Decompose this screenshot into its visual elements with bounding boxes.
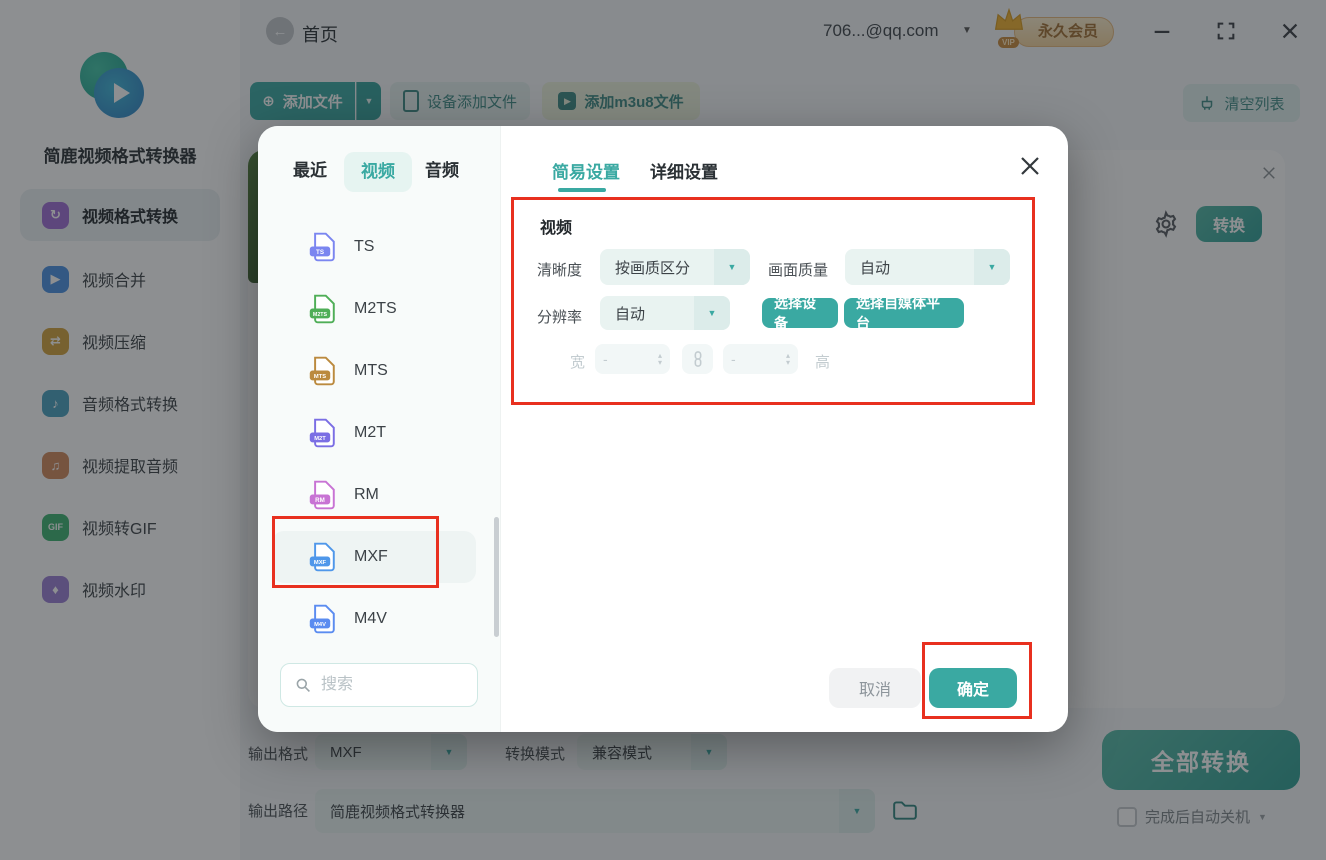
cancel-button[interactable]: 取消 bbox=[829, 668, 921, 708]
active-tab-underline bbox=[558, 188, 606, 192]
format-item-ts[interactable]: TS TS bbox=[272, 221, 476, 273]
tab-detailed-settings[interactable]: 详细设置 bbox=[650, 158, 718, 183]
file-format-icon: TS bbox=[309, 232, 335, 262]
annotation-box-video-settings bbox=[511, 197, 1035, 405]
format-item-m4v[interactable]: M4V M4V bbox=[272, 593, 476, 645]
tab-recent[interactable]: 最近 bbox=[293, 156, 327, 181]
tab-video[interactable]: 视频 bbox=[344, 152, 412, 192]
annotation-box-mxf bbox=[272, 516, 439, 588]
app-window: 简鹿视频格式转换器 ↻ 视频格式转换 ▶ 视频合并 ⇄ 视频压缩 ♪ 音频格式转… bbox=[0, 0, 1326, 860]
svg-text:TS: TS bbox=[316, 249, 324, 256]
svg-text:RM: RM bbox=[315, 497, 325, 504]
svg-text:MTS: MTS bbox=[314, 374, 326, 380]
format-item-m2ts[interactable]: M2TS M2TS bbox=[272, 283, 476, 335]
search-input[interactable] bbox=[319, 675, 453, 695]
tab-simple-settings[interactable]: 简易设置 bbox=[552, 158, 620, 183]
file-format-icon: M4V bbox=[309, 604, 335, 634]
svg-text:M2TS: M2TS bbox=[313, 312, 328, 318]
file-format-icon: M2T bbox=[309, 418, 335, 448]
format-item-rm[interactable]: RM RM bbox=[272, 469, 476, 521]
format-list-panel: 最近 视频 音频 TS TS M2TS M2TS MTS MTS M2T M2T… bbox=[258, 126, 501, 732]
tab-audio[interactable]: 音频 bbox=[425, 156, 459, 181]
svg-text:M2T: M2T bbox=[314, 436, 326, 442]
file-format-icon: MTS bbox=[309, 356, 335, 386]
scrollbar-thumb[interactable] bbox=[494, 517, 499, 637]
file-format-icon: M2TS bbox=[309, 294, 335, 324]
format-item-mts[interactable]: MTS MTS bbox=[272, 345, 476, 397]
format-search[interactable] bbox=[280, 663, 478, 707]
svg-text:M4V: M4V bbox=[314, 622, 326, 628]
annotation-box-confirm bbox=[922, 642, 1032, 719]
format-item-m2t[interactable]: M2T M2T bbox=[272, 407, 476, 459]
close-modal-icon[interactable] bbox=[1018, 154, 1042, 183]
file-format-icon: RM bbox=[309, 480, 335, 510]
search-icon bbox=[296, 678, 310, 692]
